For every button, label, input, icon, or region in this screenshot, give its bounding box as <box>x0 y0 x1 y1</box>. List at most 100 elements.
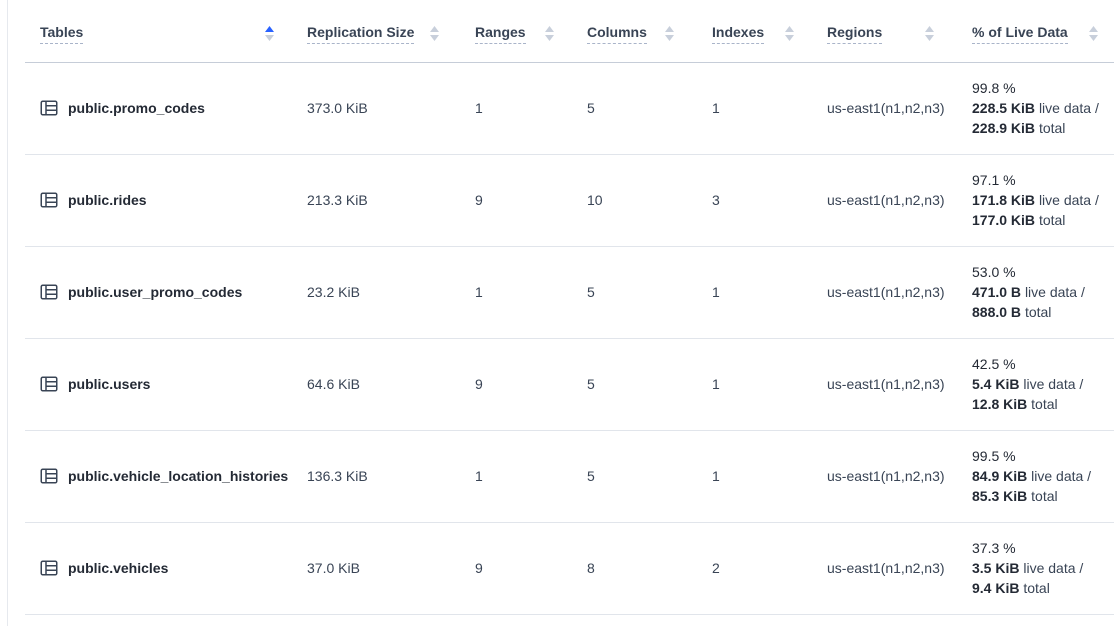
table-icon <box>40 559 58 577</box>
indexes-cell: 1 <box>690 430 810 522</box>
live-data-size-line: 84.9 KiB live data / <box>972 466 1098 486</box>
live-data-percent: 53.0 % <box>972 262 1098 282</box>
live-data-percent: 99.8 % <box>972 78 1098 98</box>
column-header[interactable]: % of Live Data <box>950 6 1114 62</box>
columns-cell: 5 <box>570 62 690 154</box>
live-data-percent: 97.1 % <box>972 170 1098 190</box>
replication-size-cell: 213.3 KiB <box>290 154 455 246</box>
columns-cell: 8 <box>570 522 690 614</box>
column-header[interactable]: Regions <box>810 6 950 62</box>
live-data-cell: 37.3 % 3.5 KiB live data / 9.4 KiB total <box>950 522 1114 614</box>
column-header-label[interactable]: Regions <box>827 24 882 44</box>
header-row: Tables Replication Size Ranges <box>25 6 1114 62</box>
table-icon <box>40 191 58 209</box>
live-data-cell: 97.1 % 171.8 KiB live data / 177.0 KiB t… <box>950 154 1114 246</box>
ranges-cell: 9 <box>455 338 570 430</box>
table-name-link[interactable]: public.users <box>68 376 150 392</box>
sort-carets-icon[interactable] <box>1089 26 1098 41</box>
live-data-size-line: 171.8 KiB live data / <box>972 190 1098 210</box>
sort-carets-icon[interactable] <box>785 26 794 41</box>
columns-cell: 5 <box>570 246 690 338</box>
sort-carets-icon[interactable] <box>665 26 674 41</box>
columns-cell: 5 <box>570 430 690 522</box>
column-header-label[interactable]: Columns <box>587 24 647 44</box>
ranges-cell: 1 <box>455 62 570 154</box>
regions-cell: us-east1(n1,n2,n3) <box>810 62 950 154</box>
table-name-cell: public.user_promo_codes <box>25 246 290 338</box>
total-data-size-line: 888.0 B total <box>972 302 1098 322</box>
indexes-cell: 1 <box>690 246 810 338</box>
table-name-cell: public.vehicle_location_histories <box>25 430 290 522</box>
live-data-cell: 99.5 % 84.9 KiB live data / 85.3 KiB tot… <box>950 430 1114 522</box>
table-name-link[interactable]: public.promo_codes <box>68 100 205 116</box>
sort-carets-icon[interactable] <box>265 26 274 41</box>
ranges-cell: 9 <box>455 522 570 614</box>
regions-cell: us-east1(n1,n2,n3) <box>810 154 950 246</box>
live-data-size-line: 471.0 B live data / <box>972 282 1098 302</box>
column-header[interactable]: Indexes <box>690 6 810 62</box>
table-row: public.vehicles 37.0 KiB 9 8 2 us-east1(… <box>25 522 1114 614</box>
replication-size-cell: 64.6 KiB <box>290 338 455 430</box>
table-name-link[interactable]: public.vehicles <box>68 560 168 576</box>
sort-carets-icon[interactable] <box>430 26 439 41</box>
replication-size-cell: 373.0 KiB <box>290 62 455 154</box>
indexes-cell: 2 <box>690 522 810 614</box>
replication-size-cell: 136.3 KiB <box>290 430 455 522</box>
regions-cell: us-east1(n1,n2,n3) <box>810 430 950 522</box>
live-data-percent: 37.3 % <box>972 538 1098 558</box>
tables-list-page: Tables Replication Size Ranges <box>7 0 1114 626</box>
live-data-size-line: 228.5 KiB live data / <box>972 98 1098 118</box>
regions-cell: us-east1(n1,n2,n3) <box>810 246 950 338</box>
live-data-size-line: 5.4 KiB live data / <box>972 374 1098 394</box>
column-header[interactable]: Replication Size <box>290 6 455 62</box>
column-header-label[interactable]: Indexes <box>712 24 764 44</box>
indexes-cell: 1 <box>690 338 810 430</box>
sort-carets-icon[interactable] <box>545 26 554 41</box>
table-row: public.vehicle_location_histories 136.3 … <box>25 430 1114 522</box>
ranges-cell: 9 <box>455 154 570 246</box>
replication-size-cell: 37.0 KiB <box>290 522 455 614</box>
database-tables-table: Tables Replication Size Ranges <box>25 6 1114 615</box>
table-name-link[interactable]: public.vehicle_location_histories <box>68 468 288 484</box>
columns-cell: 5 <box>570 338 690 430</box>
table-name-cell: public.users <box>25 338 290 430</box>
table-name-cell: public.vehicles <box>25 522 290 614</box>
total-data-size-line: 228.9 KiB total <box>972 118 1098 138</box>
indexes-cell: 3 <box>690 154 810 246</box>
total-data-size-line: 12.8 KiB total <box>972 394 1098 414</box>
table-row: public.user_promo_codes 23.2 KiB 1 5 1 u… <box>25 246 1114 338</box>
live-data-percent: 42.5 % <box>972 354 1098 374</box>
table-icon <box>40 283 58 301</box>
regions-cell: us-east1(n1,n2,n3) <box>810 522 950 614</box>
table-row: public.promo_codes 373.0 KiB 1 5 1 us-ea… <box>25 62 1114 154</box>
ranges-cell: 1 <box>455 430 570 522</box>
table-row: public.users 64.6 KiB 9 5 1 us-east1(n1,… <box>25 338 1114 430</box>
column-header[interactable]: Columns <box>570 6 690 62</box>
table-icon <box>40 467 58 485</box>
column-header-label[interactable]: % of Live Data <box>972 24 1068 44</box>
live-data-cell: 99.8 % 228.5 KiB live data / 228.9 KiB t… <box>950 62 1114 154</box>
column-header-label[interactable]: Tables <box>40 24 83 44</box>
table-name-cell: public.promo_codes <box>25 62 290 154</box>
table-row: public.rides 213.3 KiB 9 10 3 us-east1(n… <box>25 154 1114 246</box>
live-data-cell: 53.0 % 471.0 B live data / 888.0 B total <box>950 246 1114 338</box>
total-data-size-line: 85.3 KiB total <box>972 486 1098 506</box>
table-icon <box>40 375 58 393</box>
table-name-link[interactable]: public.user_promo_codes <box>68 284 242 300</box>
column-header[interactable]: Tables <box>25 6 290 62</box>
ranges-cell: 1 <box>455 246 570 338</box>
indexes-cell: 1 <box>690 62 810 154</box>
regions-cell: us-east1(n1,n2,n3) <box>810 338 950 430</box>
sort-carets-icon[interactable] <box>925 26 934 41</box>
replication-size-cell: 23.2 KiB <box>290 246 455 338</box>
table-name-link[interactable]: public.rides <box>68 192 147 208</box>
total-data-size-line: 177.0 KiB total <box>972 210 1098 230</box>
columns-cell: 10 <box>570 154 690 246</box>
column-header-label[interactable]: Replication Size <box>307 24 414 44</box>
column-header-label[interactable]: Ranges <box>475 24 526 44</box>
table-icon <box>40 99 58 117</box>
column-header[interactable]: Ranges <box>455 6 570 62</box>
live-data-size-line: 3.5 KiB live data / <box>972 558 1098 578</box>
total-data-size-line: 9.4 KiB total <box>972 578 1098 598</box>
live-data-percent: 99.5 % <box>972 446 1098 466</box>
